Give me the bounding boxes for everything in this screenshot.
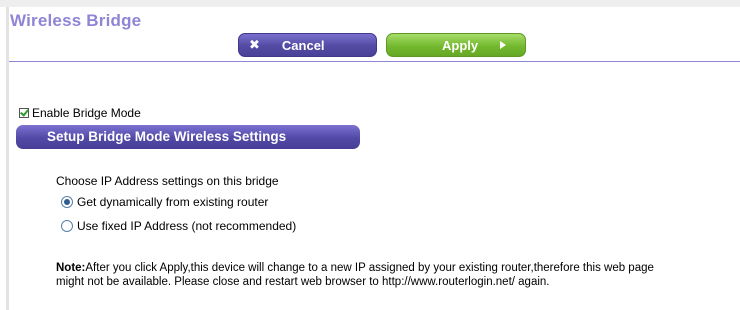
checkmark-icon (20, 107, 29, 117)
note-text: Note:After you click Apply,this device w… (56, 261, 736, 289)
header-divider (9, 61, 740, 62)
radio-option-fixed[interactable]: Use fixed IP Address (not recommended) (61, 219, 296, 233)
cancel-button[interactable]: ✖ Cancel (238, 33, 377, 57)
play-arrow-icon (500, 41, 507, 49)
radio-selected-dot (64, 199, 70, 205)
apply-button-label: Apply (442, 37, 479, 53)
close-icon: ✖ (249, 37, 260, 52)
enable-bridge-mode-checkbox[interactable] (19, 107, 29, 118)
page-title: Wireless Bridge (10, 11, 142, 30)
enable-bridge-mode-row: Enable Bridge Mode (19, 106, 141, 120)
cancel-button-label: Cancel (281, 37, 325, 53)
radio-fixed-button[interactable] (61, 220, 73, 232)
apply-button[interactable]: Apply (386, 33, 526, 57)
radio-dynamic-button[interactable] (61, 196, 73, 208)
header-bar: Wireless Bridge ✖ Cancel Apply (9, 7, 740, 61)
choose-ip-label: Choose IP Address settings on this bridg… (56, 174, 279, 188)
radio-dynamic-label[interactable]: Get dynamically from existing router (77, 195, 268, 209)
note-prefix: Note: (56, 262, 86, 274)
enable-bridge-mode-label[interactable]: Enable Bridge Mode (32, 106, 141, 120)
note-line-1: After you click Apply,this device will c… (85, 262, 654, 274)
section-header: Setup Bridge Mode Wireless Settings (16, 125, 360, 149)
radio-option-dynamic[interactable]: Get dynamically from existing router (61, 195, 268, 209)
top-strip (0, 0, 740, 7)
note-line-2: might not be available. Please close and… (56, 276, 550, 288)
radio-fixed-label[interactable]: Use fixed IP Address (not recommended) (77, 219, 296, 233)
